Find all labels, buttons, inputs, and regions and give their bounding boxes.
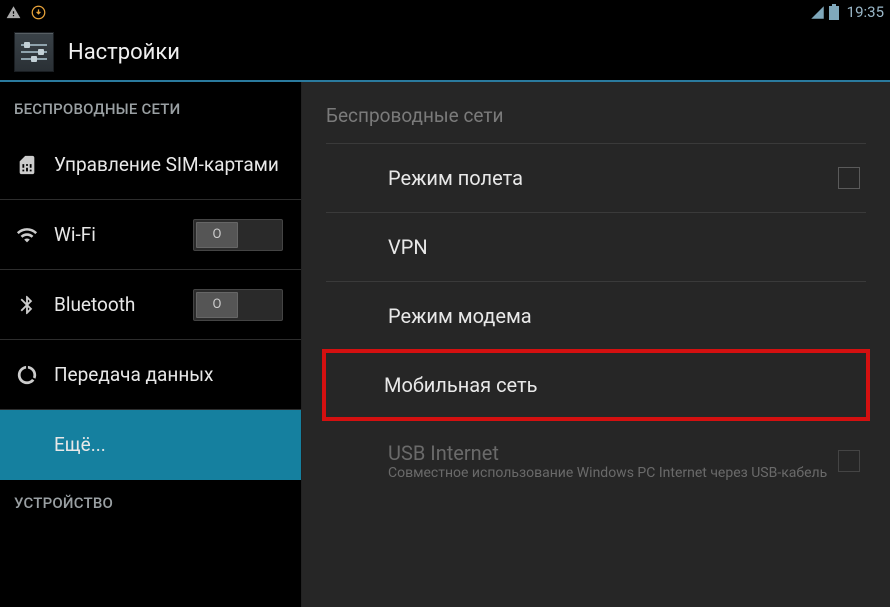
content-header: Беспроводные сети bbox=[326, 82, 866, 144]
app-header: Настройки bbox=[0, 24, 890, 82]
sidebar-item-label: Ещё... bbox=[54, 433, 106, 456]
sidebar-item-bluetooth[interactable]: Bluetooth O bbox=[0, 270, 301, 340]
wifi-toggle[interactable]: O bbox=[193, 219, 283, 251]
sidebar-item-label: Передача данных bbox=[54, 363, 213, 386]
page-title: Настройки bbox=[68, 40, 180, 65]
clock-time: 19:35 bbox=[847, 3, 884, 21]
sidebar-item-more[interactable]: Ещё... bbox=[0, 410, 301, 480]
content-item-label: Режим модема bbox=[388, 304, 532, 328]
status-bar: 19:35 bbox=[0, 0, 890, 24]
usb-checkbox bbox=[838, 450, 860, 472]
sidebar-item-wifi[interactable]: Wi-Fi O bbox=[0, 200, 301, 270]
settings-sidebar: БЕСПРОВОДНЫЕ СЕТИ Управление SIM-картами… bbox=[0, 82, 302, 607]
bluetooth-toggle[interactable]: O bbox=[193, 289, 283, 321]
sidebar-item-data-usage[interactable]: Передача данных bbox=[0, 340, 301, 410]
data-usage-icon bbox=[14, 364, 40, 386]
signal-icon bbox=[810, 5, 825, 20]
content-item-mobile-network[interactable]: Мобильная сеть bbox=[322, 349, 870, 421]
sidebar-item-label: Управление SIM-картами bbox=[54, 153, 279, 176]
section-wireless: БЕСПРОВОДНЫЕ СЕТИ bbox=[0, 82, 301, 130]
wifi-icon bbox=[14, 224, 40, 246]
content-item-label: USB Internet bbox=[388, 441, 827, 465]
content-item-tethering[interactable]: Режим модема bbox=[326, 282, 866, 351]
content-item-usb-internet: USB Internet Совместное использование Wi… bbox=[326, 419, 866, 503]
warning-icon bbox=[6, 5, 21, 20]
sidebar-item-label: Wi-Fi bbox=[54, 223, 96, 246]
settings-icon bbox=[14, 32, 54, 72]
content-item-label: Мобильная сеть bbox=[384, 373, 538, 397]
battery-icon bbox=[829, 4, 839, 20]
download-icon bbox=[31, 5, 46, 20]
section-device: УСТРОЙСТВО bbox=[0, 480, 301, 524]
settings-content: Беспроводные сети Режим полета VPN Режим… bbox=[302, 82, 890, 607]
sim-icon bbox=[14, 154, 40, 176]
content-item-airplane[interactable]: Режим полета bbox=[326, 144, 866, 213]
bluetooth-icon bbox=[14, 294, 40, 316]
sidebar-item-label: Bluetooth bbox=[54, 293, 135, 316]
sidebar-item-sim[interactable]: Управление SIM-картами bbox=[0, 130, 301, 200]
airplane-checkbox[interactable] bbox=[838, 167, 860, 189]
content-item-vpn[interactable]: VPN bbox=[326, 213, 866, 282]
content-item-subtitle: Совместное использование Windows PC Inte… bbox=[388, 465, 827, 481]
content-item-label: Режим полета bbox=[388, 166, 523, 190]
content-item-label: VPN bbox=[388, 235, 428, 259]
